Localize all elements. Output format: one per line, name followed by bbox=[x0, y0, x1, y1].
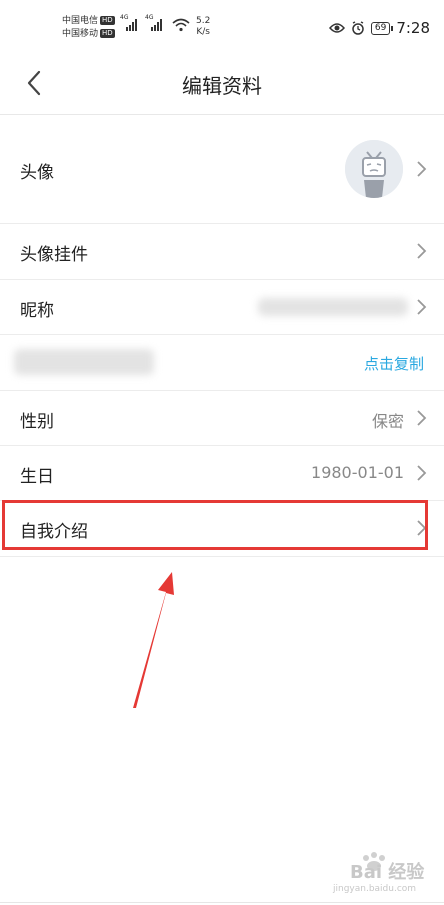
watermark-text: Bai 经验 bbox=[350, 862, 425, 883]
annotation-arrow-icon bbox=[133, 572, 174, 708]
divider bbox=[0, 902, 444, 903]
watermark-sub: jingyan.baidu.com bbox=[333, 884, 417, 894]
